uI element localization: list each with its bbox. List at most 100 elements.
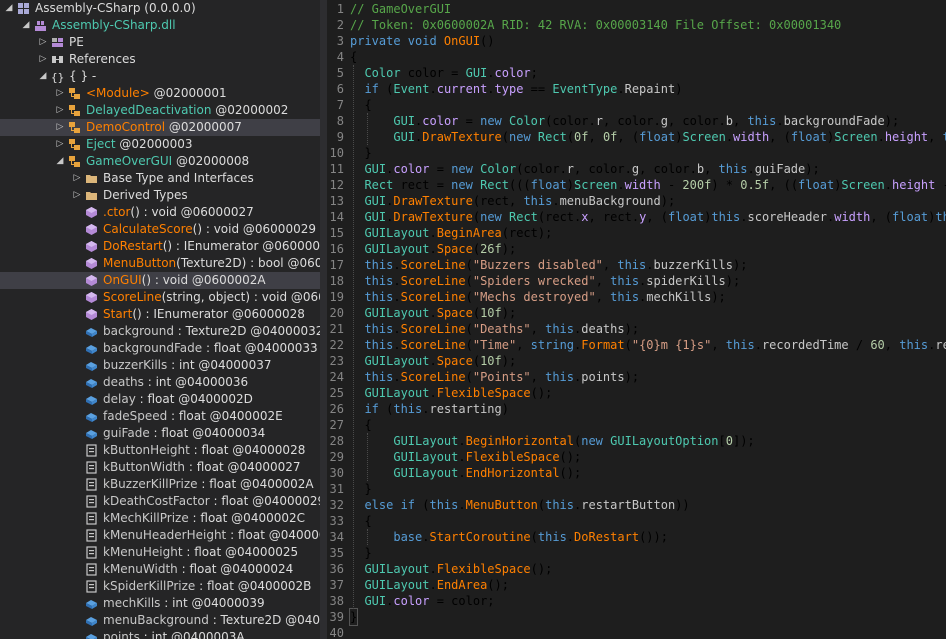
tree-item[interactable]: kSpiderKillPrize : float @0400002B [0, 578, 320, 595]
tree-item[interactable]: ▷ DelayedDeactivation @02000002 [0, 102, 320, 119]
tree-item[interactable]: buzzerKills : int @04000037 [0, 357, 320, 374]
tree-item[interactable]: kMenuHeaderHeight : float @04000026 [0, 527, 320, 544]
tree-item[interactable]: backgroundFade : float @04000033 [0, 340, 320, 357]
tree-item[interactable]: MenuButton(Texture2D) : bool @0600002D [0, 255, 320, 272]
code-line[interactable]: 15 GUILayout.BeginArea(rect); [327, 225, 946, 241]
code-line[interactable]: 17 this.ScoreLine("Buzzers disabled", th… [327, 257, 946, 273]
code-line[interactable]: 6 if (Event.current.type == EventType.Re… [327, 81, 946, 97]
tree-item[interactable]: OnGUI() : void @0600002A [0, 272, 320, 289]
code-editor[interactable]: 1 // GameOverGUI 2 // Token: 0x0600002A RID… [327, 0, 946, 639]
code-token: type [494, 82, 524, 96]
tree-item[interactable]: kMenuWidth : float @04000024 [0, 561, 320, 578]
collapsed-arrow-icon[interactable]: ▷ [38, 34, 48, 51]
tree-item[interactable]: guiFade : float @04000034 [0, 425, 320, 442]
code-line[interactable]: 33 { [327, 513, 946, 529]
code-line[interactable]: 16 GUILayout.Space(26f); [327, 241, 946, 257]
code-line[interactable]: 37 GUILayout.EndArea(); [327, 577, 946, 593]
code-line[interactable]: 26 if (this.restarting) [327, 401, 946, 417]
panel-splitter[interactable] [320, 0, 327, 639]
tree-item[interactable]: .ctor() : void @06000027 [0, 204, 320, 221]
code-line[interactable]: 40 [327, 625, 946, 639]
collapsed-arrow-icon[interactable]: ▷ [72, 187, 82, 204]
code-token: (); [559, 466, 582, 480]
line-number: 18 [329, 274, 344, 288]
assembly-explorer-tree[interactable]: ◢ Assembly-CSharp (0.0.0.0) ◢ Assembly-CSha… [0, 0, 320, 639]
code-token: // Token: 0x0600002A RID: 42 RVA: 0x0000… [350, 18, 842, 32]
tree-item[interactable]: delay : float @0400002D [0, 391, 320, 408]
tree-item[interactable]: ▷ DemoControl @02000007 [0, 119, 320, 136]
collapsed-arrow-icon[interactable]: ▷ [55, 85, 65, 102]
code-line[interactable]: 7 { [327, 97, 946, 113]
code-line[interactable]: 23 GUILayout.Space(10f); [327, 353, 946, 369]
expanded-arrow-icon[interactable]: ◢ [21, 17, 31, 34]
tree-item[interactable]: deaths : int @04000036 [0, 374, 320, 391]
tree-item[interactable]: ▷ <Module> @02000001 [0, 85, 320, 102]
tree-item[interactable]: ▷ Eject @02000003 [0, 136, 320, 153]
code-line[interactable]: 9 GUI.DrawTexture(new Rect(0f, 0f, (floa… [327, 129, 946, 145]
code-line[interactable]: 20 GUILayout.Space(10f); [327, 305, 946, 321]
code-line[interactable]: 32 else if (this.MenuButton(this.restart… [327, 497, 946, 513]
code-line[interactable]: 14 GUI. DrawTexture(new Rect(rect.x, rect… [327, 209, 946, 225]
tree-item[interactable]: ScoreLine(string, object) : void @060000… [0, 289, 320, 306]
tree-item[interactable]: ▷ References [0, 51, 320, 68]
tree-item[interactable]: kMechKillPrize : float @0400002C [0, 510, 320, 527]
tree-item[interactable]: kDeathCostFactor : float @04000029 [0, 493, 320, 510]
tree-item[interactable]: menuBackground : Texture2D @0400002F [0, 612, 320, 629]
collapsed-arrow-icon[interactable]: ▷ [55, 119, 65, 136]
code-line[interactable]: 38 GUI.color = color; [327, 593, 946, 609]
code-token: ( [378, 82, 394, 96]
code-line[interactable]: 4{ [327, 49, 946, 65]
code-line[interactable]: 36 GUILayout.FlexibleSpace(); [327, 561, 946, 577]
code-line[interactable]: 22 this.ScoreLine("Time", string.Format(… [327, 337, 946, 353]
tree-item[interactable]: ◢ Assembly-CSharp (0.0.0.0) [0, 0, 320, 17]
expanded-arrow-icon[interactable]: ◢ [38, 68, 48, 85]
tree-item[interactable]: CalculateScore() : void @06000029 [0, 221, 320, 238]
expanded-arrow-icon[interactable]: ◢ [4, 0, 14, 17]
code-line[interactable]: 10 } [327, 145, 946, 161]
code-line[interactable]: 13 GUI.DrawTexture(rect, this.menuBackgr… [327, 193, 946, 209]
expanded-arrow-icon[interactable]: ◢ [55, 153, 65, 170]
code-line[interactable]: 19 this.ScoreLine("Mechs destroyed", thi… [327, 289, 946, 305]
code-line[interactable]: 34 base.StartCoroutine(this.DoRestart())… [327, 529, 946, 545]
tree-item[interactable]: kBuzzerKillPrize : float @0400002A [0, 476, 320, 493]
code-line[interactable]: 12 Rect rect = new Rect(((float)Screen.w… [327, 177, 946, 193]
collapsed-arrow-icon[interactable]: ▷ [55, 136, 65, 153]
line-number: 36 [329, 562, 344, 576]
tree-item[interactable]: fadeSpeed : float @0400002E [0, 408, 320, 425]
tree-item[interactable]: ◢ GameOverGUI @02000008 [0, 153, 320, 170]
code-line[interactable]: 29 GUILayout.FlexibleSpace(); [327, 449, 946, 465]
code-line[interactable]: 1 // GameOverGUI [327, 1, 946, 17]
tree-item[interactable]: Start() : IEnumerator @06000028 [0, 306, 320, 323]
code-line[interactable]: 5 Color color = GUI.color; [327, 65, 946, 81]
collapsed-arrow-icon[interactable]: ▷ [55, 102, 65, 119]
code-line[interactable]: 30 GUILayout.EndHorizontal(); [327, 465, 946, 481]
tree-item[interactable]: kButtonHeight : float @04000028 [0, 442, 320, 459]
code-line[interactable]: 24 this.ScoreLine("Points", this.points)… [327, 369, 946, 385]
code-line[interactable]: 11 GUI.color = new Color(color.r, color.… [327, 161, 946, 177]
code-line[interactable]: 31 } [327, 481, 946, 497]
collapsed-arrow-icon[interactable]: ▷ [72, 170, 82, 187]
code-line[interactable]: 35 } [327, 545, 946, 561]
tree-item[interactable]: kButtonWidth : float @04000027 [0, 459, 320, 476]
code-line[interactable]: 28 GUILayout.BeginHorizontal(new GUILayo… [327, 433, 946, 449]
tree-item[interactable]: background : Texture2D @04000032 [0, 323, 320, 340]
code-line[interactable]: 25 GUILayout.FlexibleSpace(); [327, 385, 946, 401]
tree-item[interactable]: kMenuHeight : float @04000025 [0, 544, 320, 561]
tree-item[interactable]: DoRestart() : IEnumerator @0600002B [0, 238, 320, 255]
tree-item[interactable]: ◢{} { } - [0, 68, 320, 85]
code-token: . [487, 66, 495, 80]
tree-item[interactable]: mechKills : int @04000039 [0, 595, 320, 612]
code-line[interactable]: 39} [327, 608, 946, 626]
tree-item[interactable]: ▷ Derived Types [0, 187, 320, 204]
code-line[interactable]: 2 // Token: 0x0600002A RID: 42 RVA: 0x000… [327, 17, 946, 33]
code-line[interactable]: 21 this.ScoreLine("Deaths", this.deaths)… [327, 321, 946, 337]
tree-item[interactable]: ▷ Base Type and Interfaces [0, 170, 320, 187]
code-line[interactable]: 27 { [327, 417, 946, 433]
tree-item[interactable]: ▷ PE [0, 34, 320, 51]
tree-item[interactable]: points : int @0400003A [0, 629, 320, 639]
code-line[interactable]: 8 GUI.color = new Color(color.r, color.g… [327, 113, 946, 129]
tree-item[interactable]: ◢ Assembly-CSharp.dll [0, 17, 320, 34]
code-line[interactable]: 3 private void OnGUI() [327, 33, 946, 49]
collapsed-arrow-icon[interactable]: ▷ [38, 51, 48, 68]
code-line[interactable]: 18 this.ScoreLine("Spiders wrecked", thi… [327, 273, 946, 289]
